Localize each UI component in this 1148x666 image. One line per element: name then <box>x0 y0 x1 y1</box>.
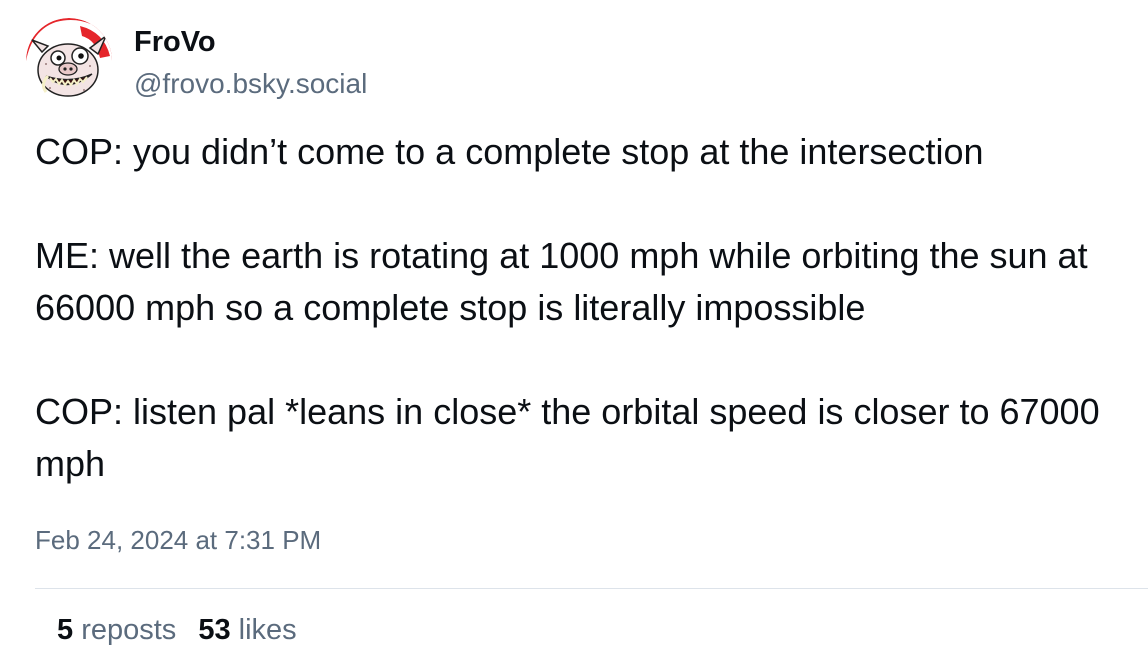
cartoon-pig-face-icon <box>26 18 112 104</box>
author-display-name[interactable]: FroVo <box>134 24 216 60</box>
author-handle[interactable]: @frovo.bsky.social <box>134 66 367 102</box>
likes-stat[interactable]: 53 likes <box>198 611 296 649</box>
reposts-count: 5 <box>57 614 74 646</box>
divider <box>35 588 1148 589</box>
post-paragraph: ME: well the earth is rotating at 1000 m… <box>35 235 1088 328</box>
post-stats: 5 reposts 53 likes <box>57 611 319 649</box>
reposts-stat[interactable]: 5 reposts <box>57 611 176 649</box>
author-avatar[interactable] <box>26 18 112 104</box>
post-timestamp[interactable]: Feb 24, 2024 at 7:31 PM <box>35 523 321 557</box>
post-paragraph: COP: you didn’t come to a complete stop … <box>35 131 984 172</box>
post-paragraph: COP: listen pal *leans in close* the orb… <box>35 391 1100 484</box>
post-card: FroVo @frovo.bsky.social COP: you didn’t… <box>0 0 1148 666</box>
reposts-label: reposts <box>81 614 177 646</box>
likes-label: likes <box>238 614 297 646</box>
likes-count: 53 <box>198 614 231 646</box>
post-body: COP: you didn’t come to a complete stop … <box>35 126 1125 490</box>
